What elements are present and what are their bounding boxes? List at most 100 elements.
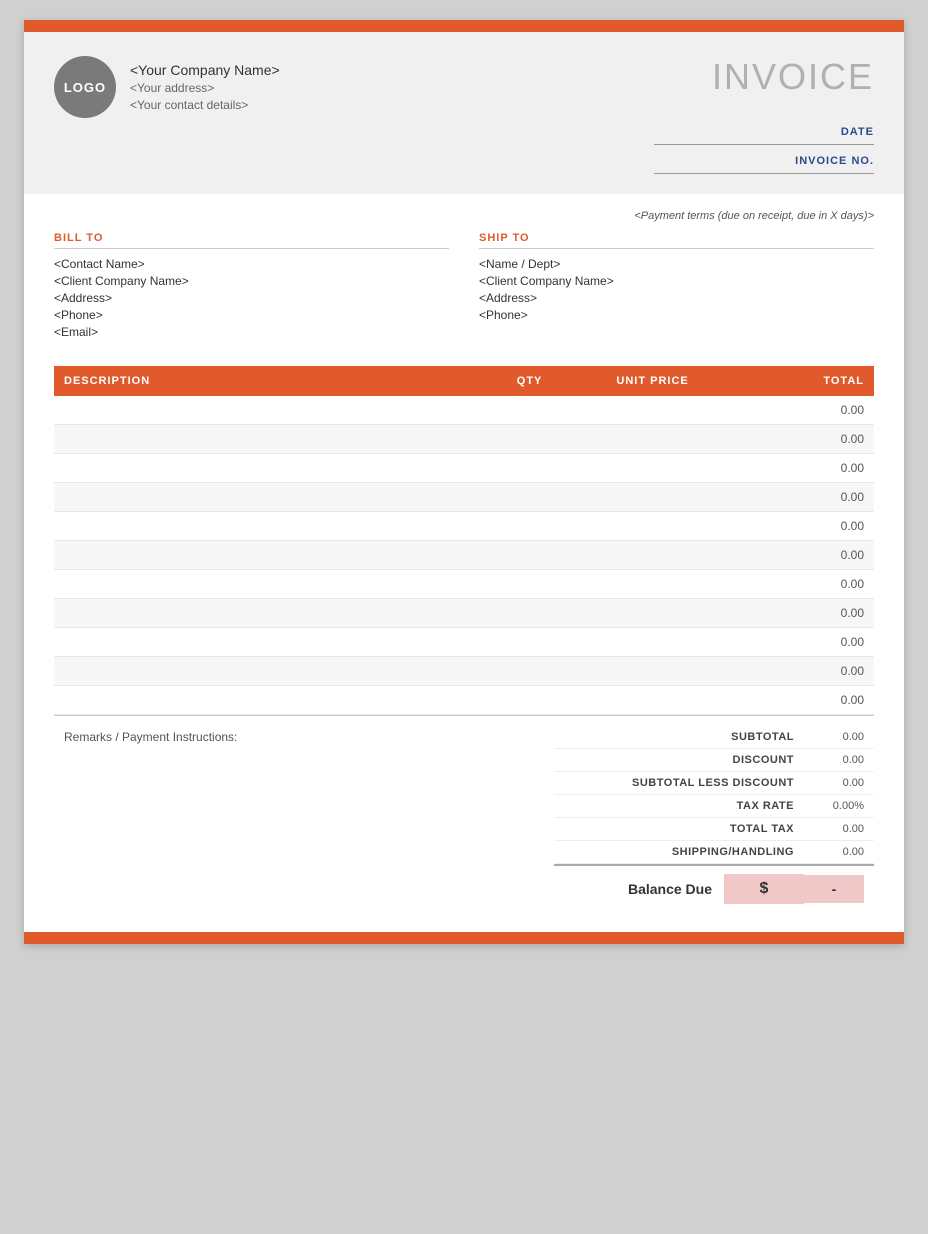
company-address: <Your address>	[130, 81, 280, 95]
bill-email: <Email>	[54, 325, 449, 339]
col-total: TOTAL	[726, 366, 874, 396]
cell-total: 0.00	[726, 396, 874, 425]
discount-label: DISCOUNT	[564, 754, 794, 766]
subtotal-less-discount-row: SUBTOTAL LESS DISCOUNT 0.00	[554, 772, 874, 795]
company-name: <Your Company Name>	[130, 62, 280, 78]
cell-description	[54, 686, 480, 715]
balance-due-label: Balance Due	[628, 881, 712, 897]
bottom-accent-bar	[24, 932, 904, 944]
col-unit-price: UNIT PRICE	[579, 366, 727, 396]
cell-qty	[480, 454, 578, 483]
col-qty: QTY	[480, 366, 578, 396]
remarks-col: Remarks / Payment Instructions:	[54, 726, 554, 748]
cell-unit-price	[579, 686, 727, 715]
bill-contact-name: <Contact Name>	[54, 257, 449, 271]
col-description: DESCRIPTION	[54, 366, 480, 396]
subtotal-value: 0.00	[794, 731, 864, 743]
ship-name-dept: <Name / Dept>	[479, 257, 874, 271]
body-section: <Payment terms (due on receipt, due in X…	[24, 194, 904, 932]
cell-description	[54, 570, 480, 599]
cell-total: 0.00	[726, 657, 874, 686]
summary-remarks-row: Remarks / Payment Instructions: SUBTOTAL…	[54, 715, 874, 912]
cell-description	[54, 396, 480, 425]
bill-company-name: <Client Company Name>	[54, 274, 449, 288]
items-table: DESCRIPTION QTY UNIT PRICE TOTAL 0.000.0…	[54, 366, 874, 715]
discount-row: DISCOUNT 0.00	[554, 749, 874, 772]
date-row: DATE	[654, 116, 874, 145]
cell-unit-price	[579, 628, 727, 657]
invoice-title: INVOICE	[712, 56, 874, 98]
cell-description	[54, 628, 480, 657]
subtotal-row: SUBTOTAL 0.00	[554, 726, 874, 749]
cell-unit-price	[579, 541, 727, 570]
cell-description	[54, 425, 480, 454]
cell-qty	[480, 599, 578, 628]
company-info: <Your Company Name> <Your address> <Your…	[130, 56, 280, 112]
cell-total: 0.00	[726, 599, 874, 628]
subtotal-less-discount-label: SUBTOTAL LESS DISCOUNT	[564, 777, 794, 789]
ship-address: <Address>	[479, 291, 874, 305]
cell-unit-price	[579, 396, 727, 425]
table-row: 0.00	[54, 541, 874, 570]
invoice-page: LOGO <Your Company Name> <Your address> …	[24, 20, 904, 944]
cell-unit-price	[579, 599, 727, 628]
cell-qty	[480, 570, 578, 599]
cell-description	[54, 512, 480, 541]
cell-total: 0.00	[726, 512, 874, 541]
cell-description	[54, 657, 480, 686]
footer-padding	[54, 912, 874, 932]
cell-total: 0.00	[726, 628, 874, 657]
company-logo: LOGO	[54, 56, 116, 118]
table-row: 0.00	[54, 425, 874, 454]
table-row: 0.00	[54, 657, 874, 686]
cell-qty	[480, 686, 578, 715]
ship-to-section: SHIP TO <Name / Dept> <Client Company Na…	[479, 232, 874, 342]
subtotal-less-discount-value: 0.00	[794, 777, 864, 789]
bill-to-section: BILL TO <Contact Name> <Client Company N…	[54, 232, 449, 342]
cell-total: 0.00	[726, 570, 874, 599]
tax-rate-value: 0.00%	[794, 800, 864, 812]
total-tax-row: TOTAL TAX 0.00	[554, 818, 874, 841]
subtotal-label: SUBTOTAL	[564, 731, 794, 743]
total-tax-value: 0.00	[794, 823, 864, 835]
table-row: 0.00	[54, 454, 874, 483]
payment-terms: <Payment terms (due on receipt, due in X…	[54, 210, 874, 222]
bill-ship-row: BILL TO <Contact Name> <Client Company N…	[54, 232, 874, 342]
invoice-right: INVOICE DATE INVOICE NO.	[654, 56, 874, 174]
remarks-label: Remarks / Payment Instructions:	[64, 730, 237, 744]
shipping-row: SHIPPING/HANDLING 0.00	[554, 841, 874, 864]
summary-col: SUBTOTAL 0.00 DISCOUNT 0.00 SUBTOTAL LES…	[554, 726, 874, 912]
cell-qty	[480, 657, 578, 686]
table-row: 0.00	[54, 483, 874, 512]
table-row: 0.00	[54, 570, 874, 599]
table-row: 0.00	[54, 686, 874, 715]
company-contact: <Your contact details>	[130, 98, 280, 112]
cell-unit-price	[579, 483, 727, 512]
cell-description	[54, 483, 480, 512]
balance-due-row: Balance Due $ -	[554, 864, 874, 912]
cell-description	[54, 454, 480, 483]
tax-rate-label: TAX RATE	[564, 800, 794, 812]
cell-total: 0.00	[726, 454, 874, 483]
top-accent-bar	[24, 20, 904, 32]
table-row: 0.00	[54, 628, 874, 657]
invoice-meta: DATE INVOICE NO.	[654, 116, 874, 174]
shipping-value: 0.00	[794, 846, 864, 858]
header-section: LOGO <Your Company Name> <Your address> …	[24, 32, 904, 194]
cell-qty	[480, 541, 578, 570]
balance-due-value: -	[804, 875, 864, 903]
cell-qty	[480, 628, 578, 657]
shipping-label: SHIPPING/HANDLING	[564, 846, 794, 858]
ship-to-header: SHIP TO	[479, 232, 874, 249]
invoice-no-label: INVOICE NO.	[795, 155, 874, 167]
cell-unit-price	[579, 657, 727, 686]
cell-unit-price	[579, 425, 727, 454]
table-row: 0.00	[54, 396, 874, 425]
discount-value: 0.00	[794, 754, 864, 766]
table-header-row: DESCRIPTION QTY UNIT PRICE TOTAL	[54, 366, 874, 396]
bill-to-header: BILL TO	[54, 232, 449, 249]
invoice-no-row: INVOICE NO.	[654, 145, 874, 174]
cell-qty	[480, 512, 578, 541]
cell-description	[54, 541, 480, 570]
cell-total: 0.00	[726, 425, 874, 454]
